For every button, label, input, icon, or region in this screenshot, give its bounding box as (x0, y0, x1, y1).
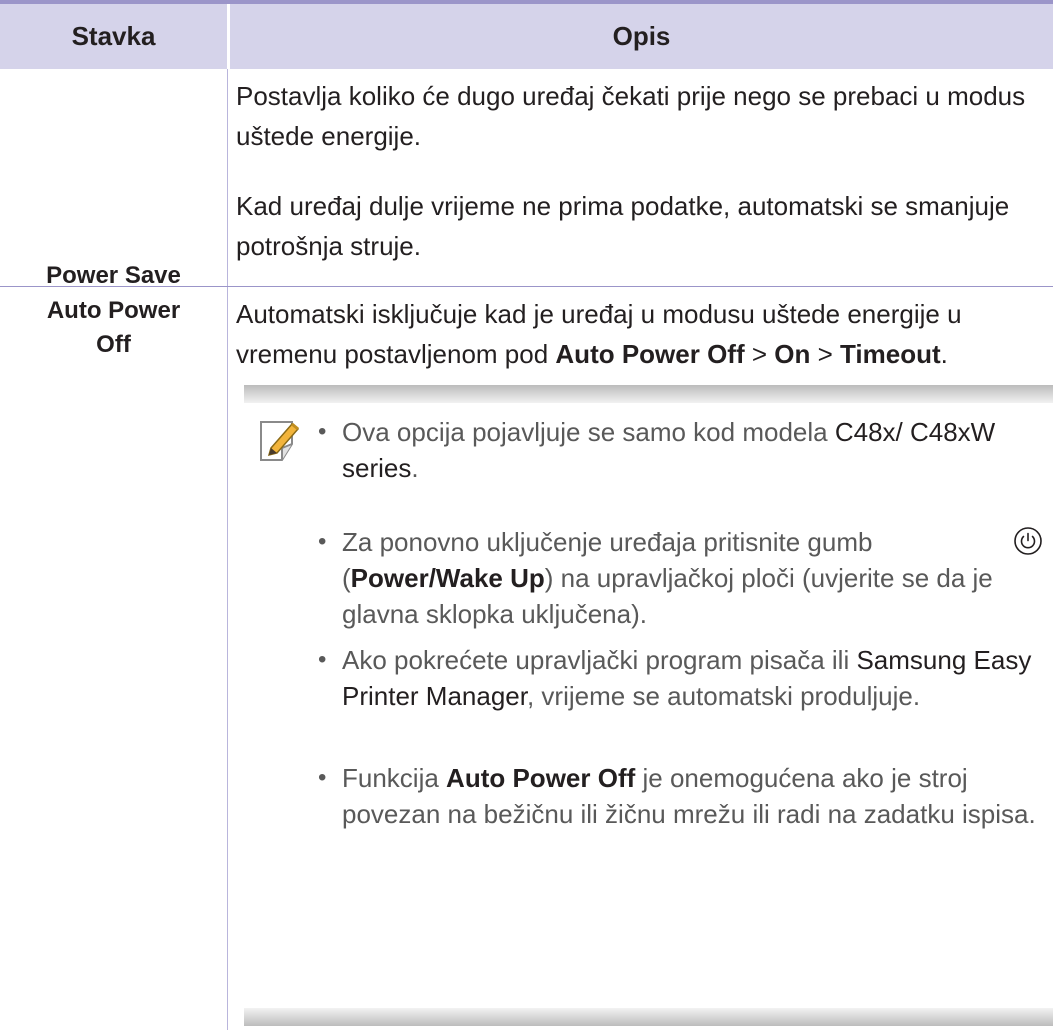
power-save-paragraph-1: Postavlja koliko će dugo uređaj čekati p… (236, 81, 1026, 151)
bullet-2-text: Za ponovno uključenje uređaja pritisnite… (342, 527, 880, 557)
intro-bold-on: On (774, 339, 811, 369)
column-divider (227, 69, 228, 1030)
power-save-paragraph-2: Kad uređaj dulje vrijeme ne prima podatk… (236, 191, 1010, 261)
note-bullet-4: Funkcija Auto Power Off je onemogućena a… (318, 760, 1045, 832)
intro-bold-auto-power-off: Auto Power Off (555, 339, 745, 369)
header-description: Opis (612, 21, 671, 51)
note-bullet-3: Ako pokrećete upravljački program pisača… (318, 642, 1045, 714)
bullet-2-bold-power-wake-up: Power/Wake Up (350, 563, 545, 593)
bullet-3-text-b: , vrijeme se automatski produljuje. (526, 681, 921, 711)
note-bullet-1: Ova opcija pojavljuje se samo kod modela… (318, 414, 1045, 486)
row-item-auto-power-off: Auto Power Off (0, 294, 227, 362)
row-item-line-2: Off (96, 331, 131, 358)
bullet-2-paren: ( (342, 563, 351, 593)
note-bullet-2: Za ponovno uključenje uređaja pritisnite… (318, 524, 1045, 632)
bullet-4-text: Funkcija (342, 763, 447, 793)
note-pencil-icon (260, 421, 300, 461)
bullet-1-text: Ova opcija pojavljuje se samo kod modela (342, 417, 835, 447)
note-top-border (244, 385, 1053, 403)
note-bottom-border (244, 1008, 1053, 1026)
bullet-4-bold-auto-power-off: Auto Power Off (446, 763, 636, 793)
row-item-line-1: Auto Power (46, 297, 181, 324)
auto-power-off-intro: Automatski isključuje kad je uređaj u mo… (236, 294, 1046, 374)
row-item-power-save: Power Save (46, 262, 181, 289)
row-divider (0, 286, 1053, 287)
header-item: Stavka (71, 21, 156, 51)
intro-separator: > (810, 339, 841, 369)
intro-end: . (940, 339, 948, 369)
bullet-1-end: . (411, 453, 419, 483)
bullet-3-text: Ako pokrećete upravljački program pisača… (342, 645, 857, 675)
intro-bold-timeout: Timeout (840, 339, 941, 369)
intro-separator: > (744, 339, 775, 369)
table-header-row: Stavka Opis (0, 4, 1053, 69)
power-icon (1014, 527, 1042, 555)
